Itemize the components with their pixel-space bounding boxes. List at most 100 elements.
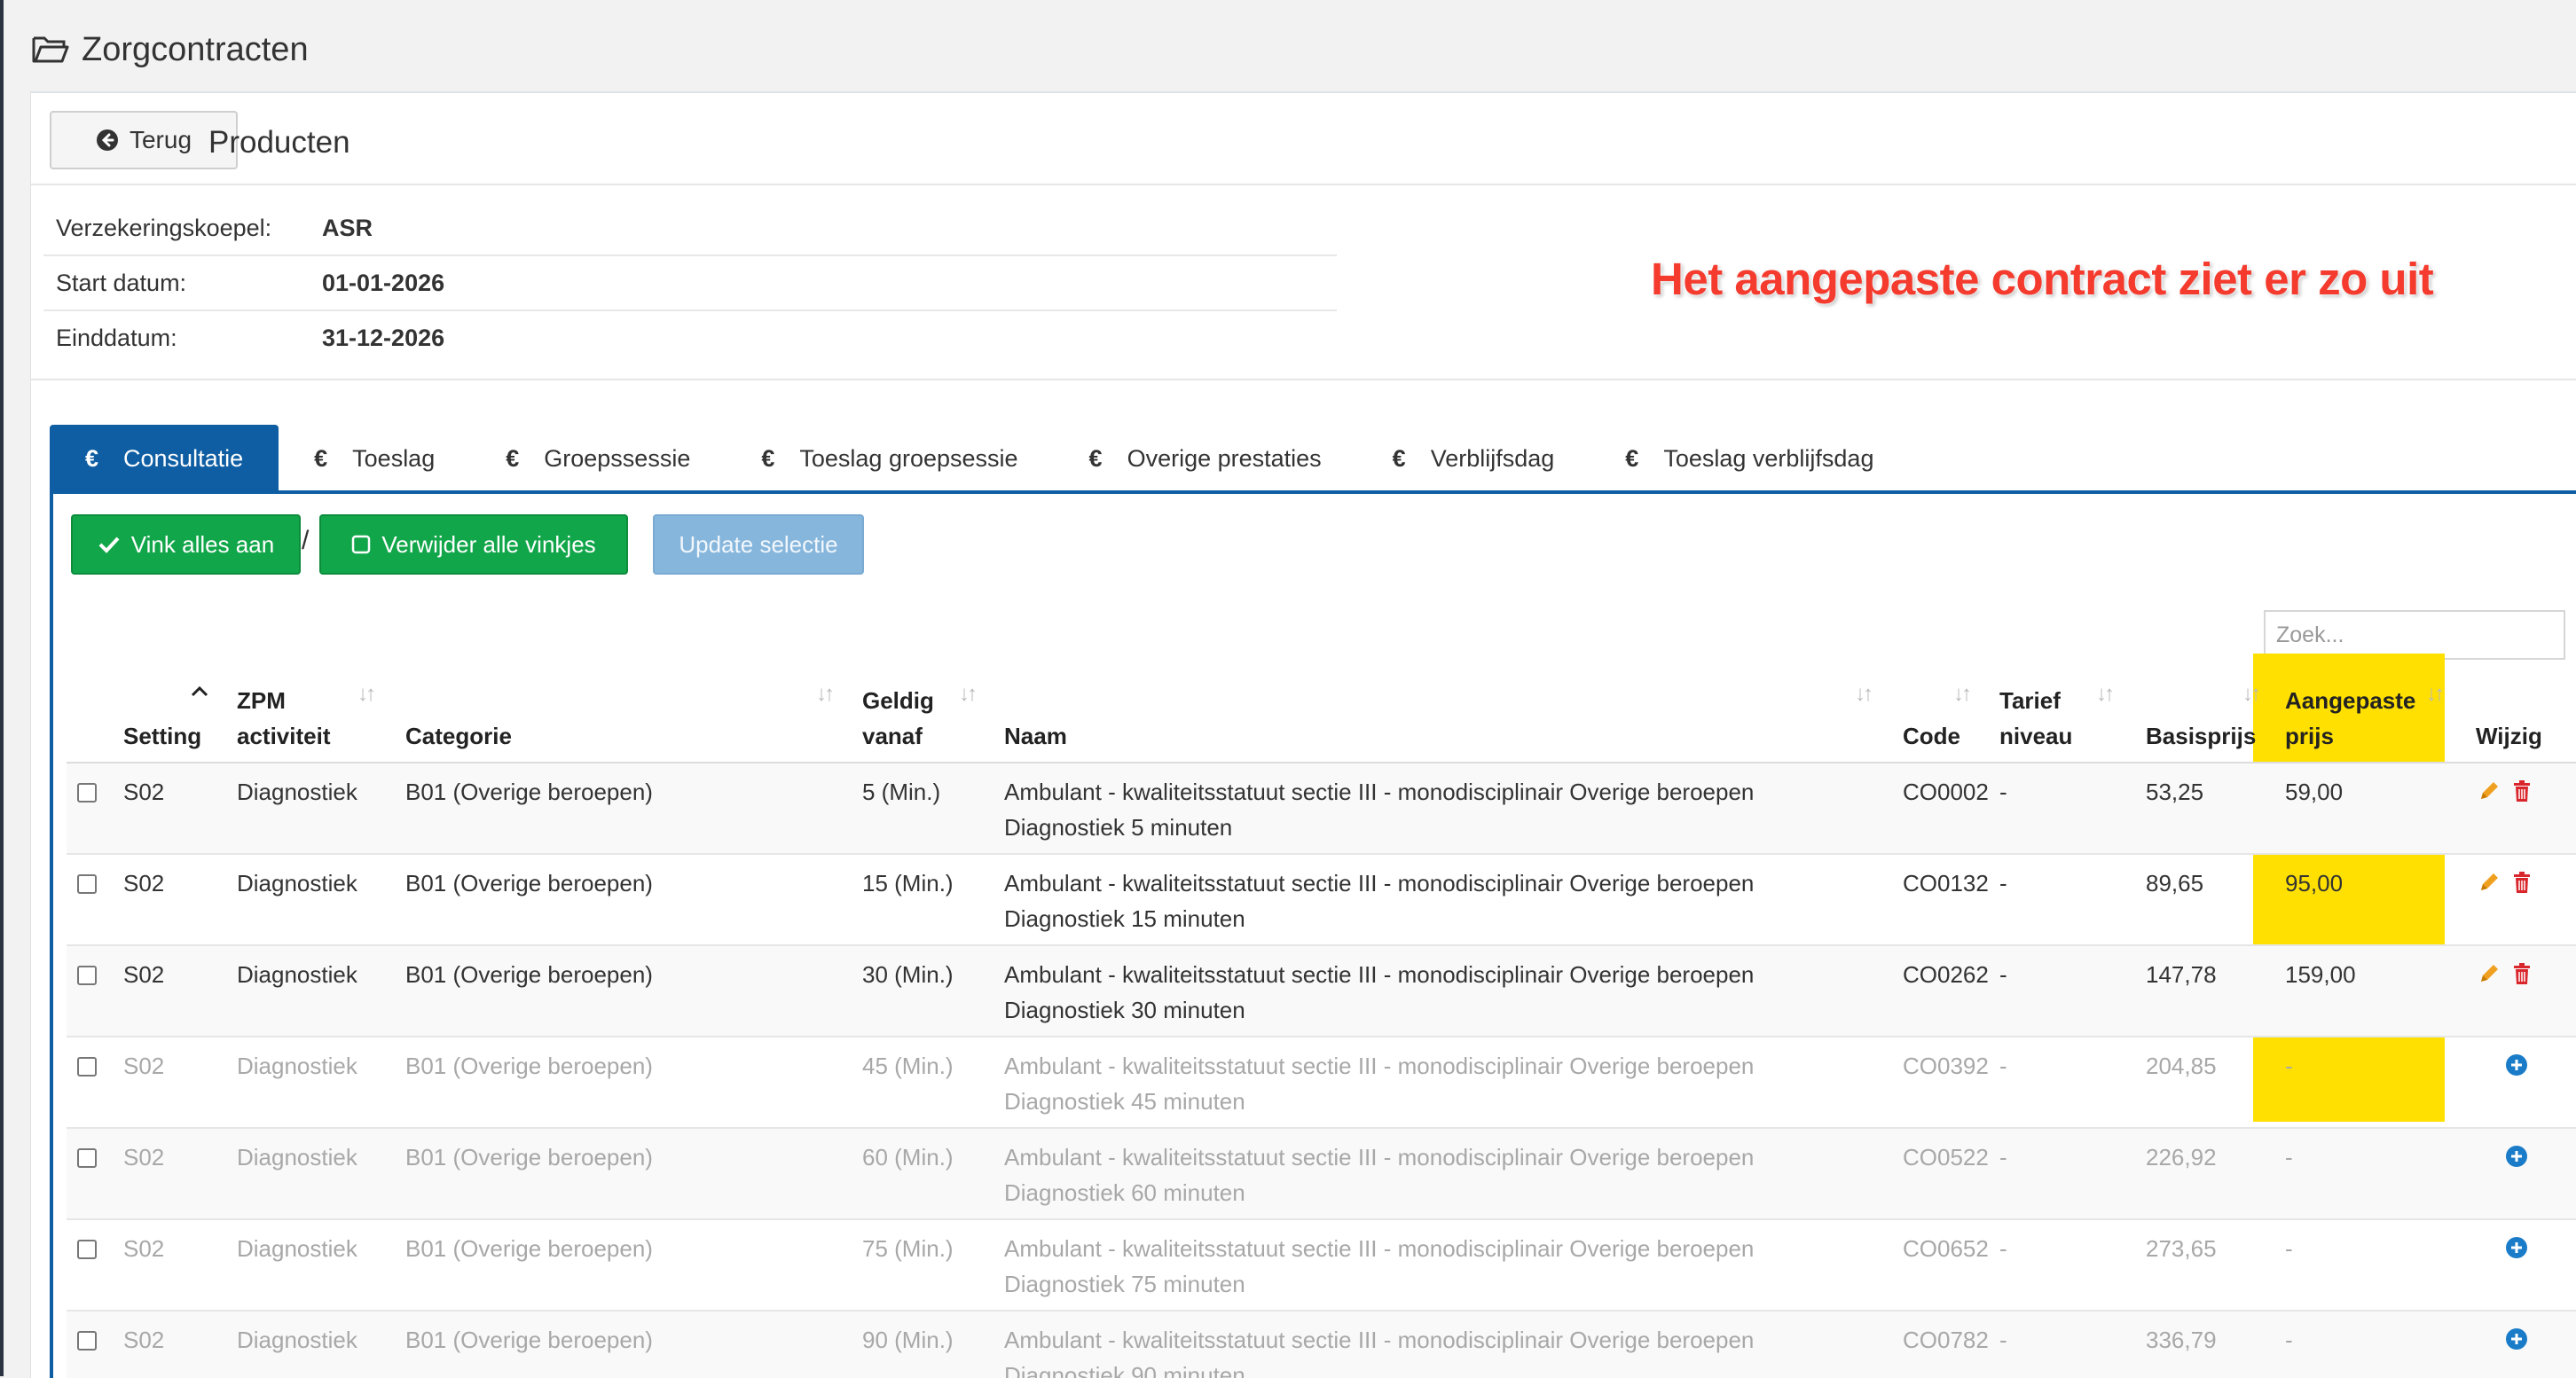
cell-naam: Ambulant - kwaliteitsstatuut sectie III … [1004,870,1755,932]
tab-label: Consultatie [123,444,244,472]
column-header-geldig-vanaf[interactable]: Geldig vanaf [862,683,934,754]
tab-content-border [50,490,53,1378]
info-label: Verzekeringskoepel: [56,214,272,241]
cell-setting: S02 [123,1144,165,1171]
trash-icon[interactable] [2511,871,2533,894]
column-header-zpm[interactable]: ZPM activiteit [237,683,331,754]
cell-zpm: Diagnostiek [237,870,357,896]
plus-circle-icon[interactable] [2505,1327,2528,1351]
euro-icon: € [761,444,775,472]
annotation-text: Het aangepaste contract ziet er zo uit [1651,254,2434,304]
tab-toeslag-groepsessie[interactable]: € Toeslag groepsessie [726,425,1053,492]
row-checkbox[interactable] [77,783,97,803]
sort-icon[interactable]: ↓↑ [1953,682,1972,707]
check-icon [98,536,120,553]
cell-zpm: Diagnostiek [237,779,357,805]
info-label: Start datum: [56,269,187,296]
cell-aangepaste-prijs: 159,00 [2285,961,2356,988]
app-left-edge [0,0,4,1376]
row-checkbox[interactable] [77,874,97,894]
cell-categorie: B01 (Overige beroepen) [405,1053,653,1079]
sort-icon[interactable]: ↓↑ [357,682,376,707]
check-all-button[interactable]: Vink alles aan [71,514,301,575]
tab-groepssessie[interactable]: € Groepssessie [470,425,726,492]
cell-naam: Ambulant - kwaliteitsstatuut sectie III … [1004,779,1755,841]
pencil-icon[interactable] [2478,779,2501,803]
row-checkbox[interactable] [77,1057,97,1077]
cell-geldig: 5 (Min.) [862,779,941,805]
cell-geldig: 45 (Min.) [862,1053,954,1079]
tab-consultatie[interactable]: € Consultatie [50,425,279,492]
uncheck-all-button[interactable]: Verwijder alle vinkjes [319,514,628,575]
sort-icon[interactable]: ↓↑ [2426,682,2445,707]
sort-icon[interactable]: ↓↑ [2242,682,2261,707]
arrow-circle-left-icon [96,129,118,151]
cell-categorie: B01 (Overige beroepen) [405,1235,653,1262]
cell-tarief: - [1999,779,2007,805]
tab-toeslag-verblijfsdag[interactable]: € Toeslag verblijfsdag [1590,425,1909,492]
column-header-tarief-niveau[interactable]: Tarief niveau [1999,683,2072,754]
update-selection-label: Update selectie [679,530,838,558]
sort-icon[interactable]: ↓↑ [959,682,978,707]
table-row: S02 Diagnostiek B01 (Overige beroepen) 1… [67,855,2576,944]
cell-basisprijs: 147,78 [2146,961,2217,988]
cell-zpm: Diagnostiek [237,961,357,988]
cell-basisprijs: 204,85 [2146,1053,2217,1079]
cell-categorie: B01 (Overige beroepen) [405,870,653,896]
tab-verblijfsdag[interactable]: € Verblijfsdag [1357,425,1590,492]
panel-title: Producten [208,125,350,160]
column-header-naam[interactable]: Naam [1004,683,1067,754]
row-checkbox[interactable] [77,1331,97,1351]
column-header-categorie[interactable]: Categorie [405,683,512,754]
check-all-label: Vink alles aan [130,530,275,558]
tab-overige-prestaties[interactable]: € Overige prestaties [1054,425,1357,492]
sort-icon[interactable]: ↓↑ [1855,682,1873,707]
cell-aangepaste-prijs: - [2285,1053,2293,1079]
plus-circle-icon[interactable] [2505,1145,2528,1168]
cell-naam: Ambulant - kwaliteitsstatuut sectie III … [1004,1327,1755,1378]
row-checkbox[interactable] [77,966,97,985]
cell-geldig: 75 (Min.) [862,1235,954,1262]
table-row: S02 Diagnostiek B01 (Overige beroepen) 6… [67,1129,2576,1218]
table-row: S02 Diagnostiek B01 (Overige beroepen) 9… [67,1311,2576,1378]
plus-circle-icon[interactable] [2505,1053,2528,1077]
sort-icon[interactable]: ↓↑ [816,682,835,707]
tab-underline [50,490,2576,494]
cell-zpm: Diagnostiek [237,1235,357,1262]
cell-setting: S02 [123,1327,165,1353]
pencil-icon[interactable] [2478,871,2501,894]
cell-zpm: Diagnostiek [237,1327,357,1353]
trash-icon[interactable] [2511,962,2533,985]
euro-icon: € [1625,444,1639,472]
sort-icon[interactable]: ↓↑ [2096,682,2115,707]
cell-naam: Ambulant - kwaliteitsstatuut sectie III … [1004,1053,1755,1115]
trash-icon[interactable] [2511,779,2533,803]
update-selection-button[interactable]: Update selectie [653,514,864,575]
cell-basisprijs: 273,65 [2146,1235,2217,1262]
cell-setting: S02 [123,961,165,988]
column-header-code[interactable]: Code [1903,683,1960,754]
pencil-icon[interactable] [2478,962,2501,985]
column-header-basisprijs[interactable]: Basisprijs [2146,683,2256,754]
row-checkbox[interactable] [77,1148,97,1168]
tab-toeslag[interactable]: € Toeslag [279,425,470,492]
column-header-setting[interactable]: Setting [123,683,201,754]
info-row-einddatum: Einddatum: 31-12-2026 [43,311,1337,364]
table-row: S02 Diagnostiek B01 (Overige beroepen) 7… [67,1220,2576,1310]
square-icon [352,535,371,554]
info-row-verzekeringskoepel: Verzekeringskoepel: ASR [43,201,1337,254]
column-header-aangepaste-prijs[interactable]: Aangepaste prijs [2285,683,2415,754]
column-header-wijzig[interactable]: Wijzig [2476,683,2542,754]
search-input[interactable] [2264,610,2565,660]
cell-setting: S02 [123,1235,165,1262]
plus-circle-icon[interactable] [2505,1236,2528,1259]
cell-tarief: - [1999,1327,2007,1353]
cell-aangepaste-prijs: 95,00 [2285,870,2344,896]
row-checkbox[interactable] [77,1240,97,1259]
cell-aangepaste-prijs: - [2285,1235,2293,1262]
button-separator: / [302,526,310,555]
info-row-start-datum: Start datum: 01-01-2026 [43,256,1337,309]
cell-setting: S02 [123,1053,165,1079]
cell-code: CO0522 [1903,1144,1989,1171]
cell-code: CO0392 [1903,1053,1989,1079]
